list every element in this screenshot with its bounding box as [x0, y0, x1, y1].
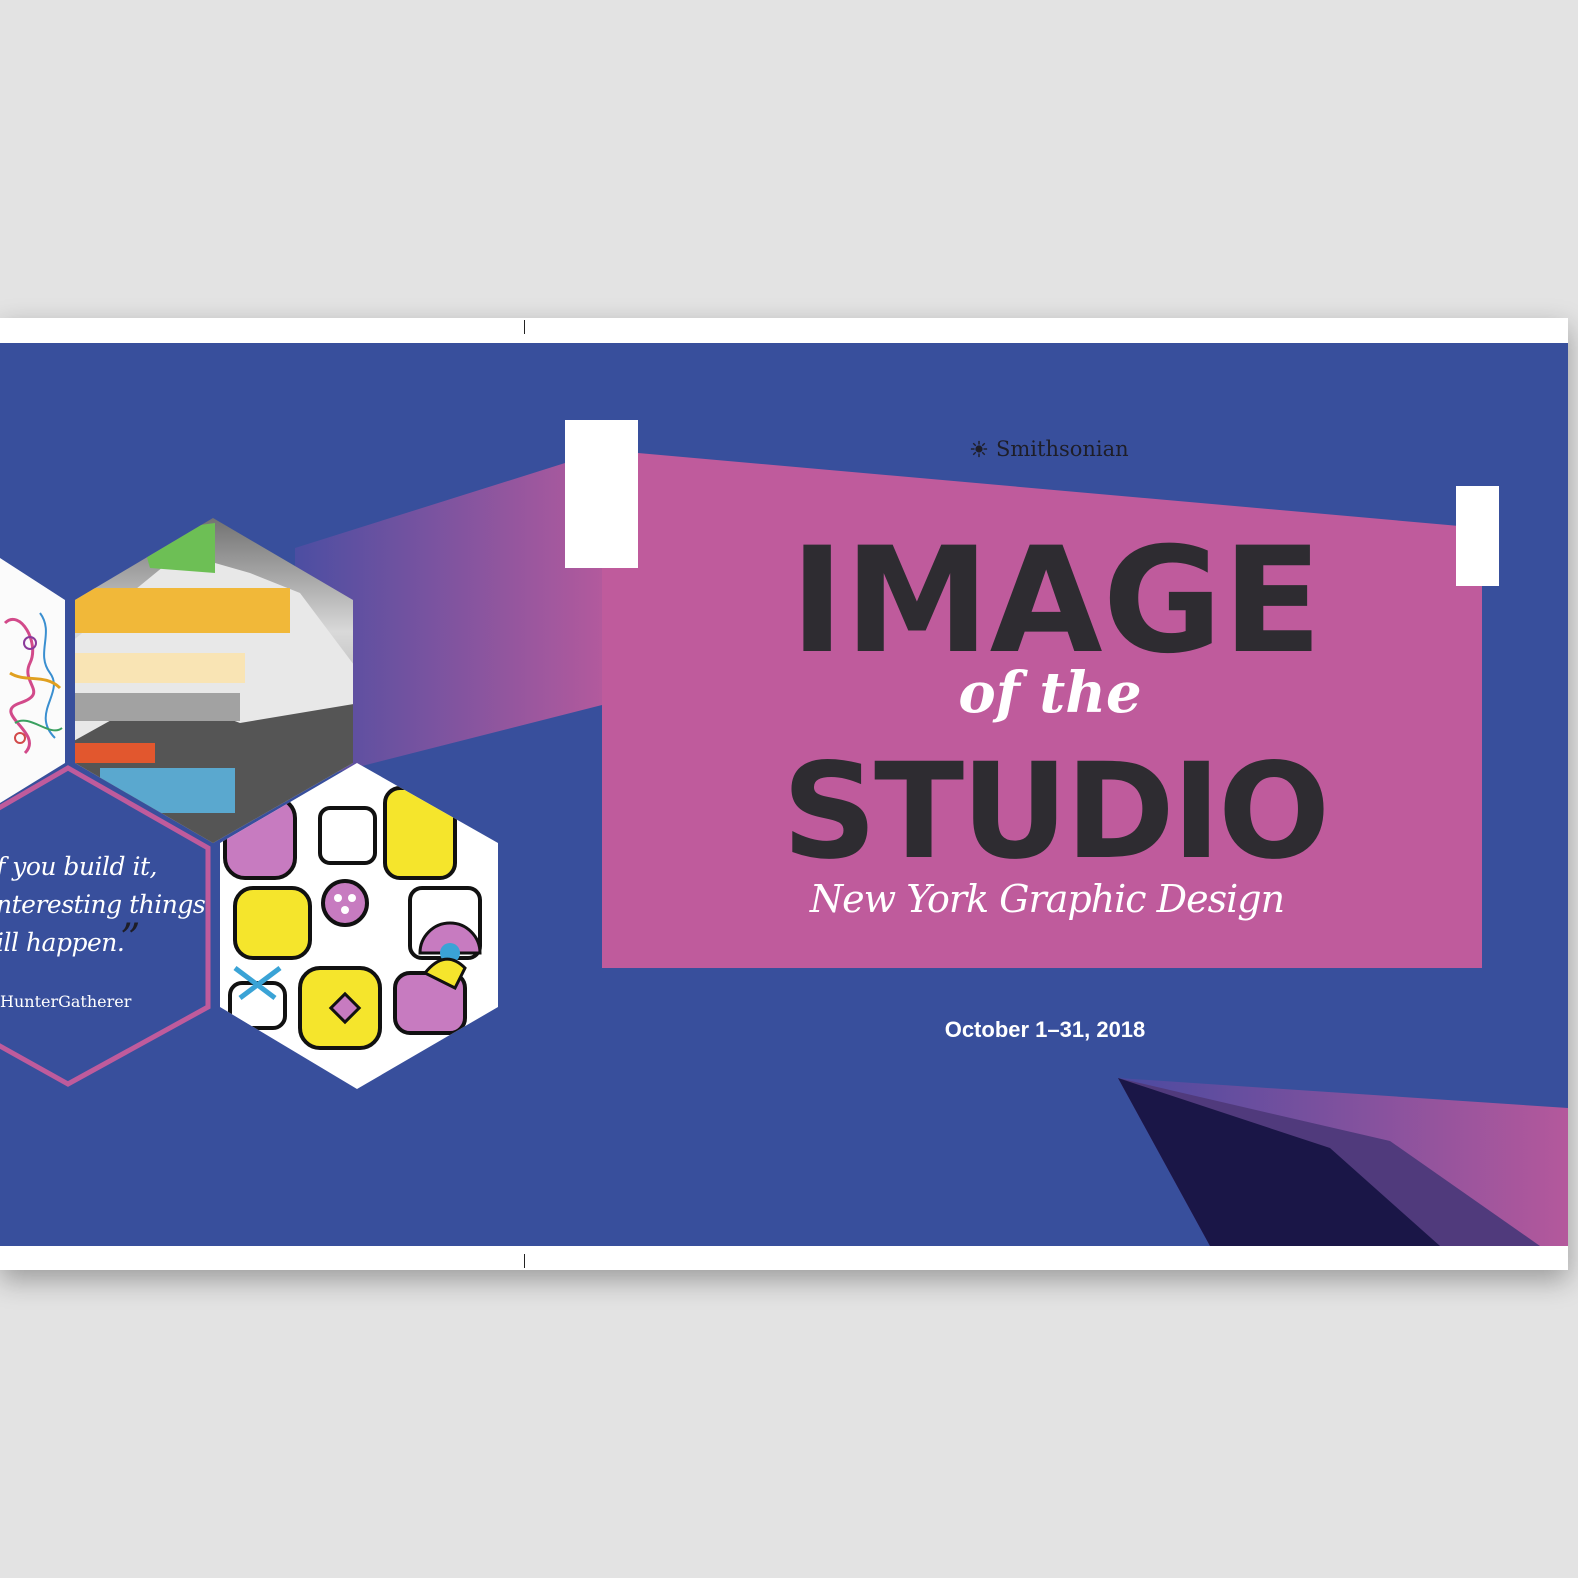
trim-mark-top [524, 320, 525, 334]
sunburst-icon [970, 440, 988, 458]
closing-quote-mark: ” [120, 916, 141, 962]
title-image: IMAGE [790, 516, 1323, 686]
event-date: October 1–31, 2018 [944, 1017, 1146, 1042]
title-of-the: of the [958, 660, 1142, 726]
smithsonian-logo: Smithsonian [970, 437, 1129, 461]
quote-line-3: ill happen. [0, 928, 125, 957]
trim-mark-bottom [524, 1254, 525, 1268]
subtitle: New York Graphic Design [809, 877, 1285, 921]
quote-line-1: f you build it, [0, 852, 157, 881]
white-bar-right [1456, 486, 1499, 586]
quote-line-2: nteresting things [0, 890, 206, 919]
title-studio: STUDIO [782, 735, 1330, 889]
quote-attribution: HunterGatherer [0, 992, 132, 1011]
brand-name: Smithsonian [996, 437, 1129, 461]
white-bar-left [565, 420, 638, 568]
quote-text: f you build it, nteresting things ill ha… [0, 848, 206, 962]
